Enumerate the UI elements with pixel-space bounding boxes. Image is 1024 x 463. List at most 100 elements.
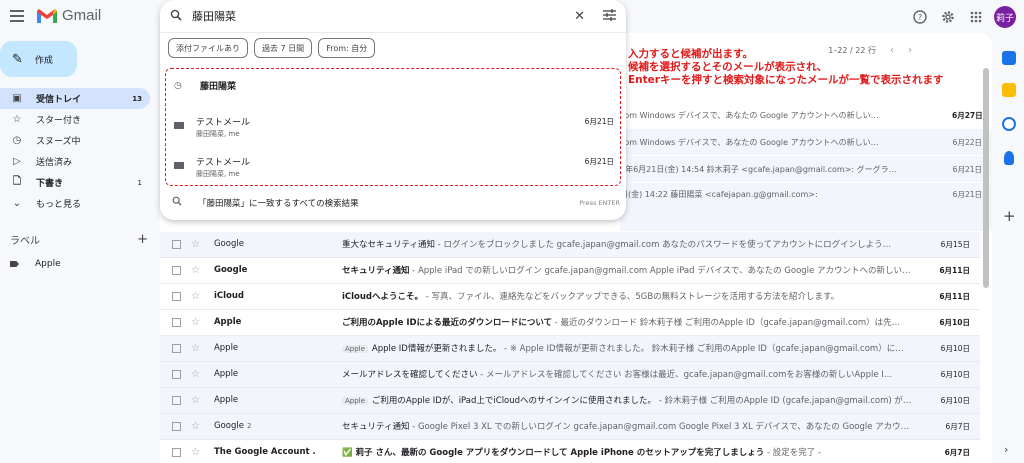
- row-date: 6月10日: [939, 317, 970, 327]
- suggestion-date: 6月21日: [584, 117, 614, 126]
- sender-name: Apple: [213, 369, 239, 380]
- star-icon[interactable]: ☆: [191, 317, 200, 328]
- send-icon: ▷: [13, 156, 21, 167]
- row-content: Apple Apple ID情報が更新されました。 - ※ Apple ID情報が…: [341, 342, 922, 355]
- sidebar-item-snoozed[interactable]: ◷ スヌーズ中: [0, 130, 150, 151]
- gmail-logo[interactable]: Gmail: [36, 7, 101, 24]
- row-sender: Apple: [214, 317, 342, 327]
- recent-search-text: 藤田陽菜: [200, 82, 237, 92]
- row-checkbox[interactable]: [172, 317, 181, 327]
- clear-search-icon[interactable]: ✕: [574, 9, 585, 24]
- main-menu-icon[interactable]: [10, 10, 24, 22]
- apps-grid-icon[interactable]: [966, 7, 986, 27]
- row-subject: 重大なセキュリティ通知: [341, 240, 435, 251]
- star-icon[interactable]: ☆: [191, 421, 200, 432]
- email-row[interactable]: ☆ Google 重大なセキュリティ通知 - ログインをブロックしました gcafe…: [160, 232, 980, 258]
- row-sender: Apple: [214, 369, 342, 379]
- row-snippet: 4年6月21日(金) 14:54 鈴木莉子 <gcafe.japan@gmail…: [620, 164, 897, 174]
- email-row[interactable]: ☆ Apple ご利用のApple IDによる最近のダウンロードについて - 最近の…: [160, 310, 980, 336]
- email-row[interactable]: ☆ Apple メールアドレスを確認してください - メールアドレスを確認してくださ…: [160, 362, 980, 388]
- row-checkbox[interactable]: [172, 447, 181, 457]
- sidebar-item-label: 下書き: [36, 179, 64, 189]
- star-icon[interactable]: ☆: [191, 291, 200, 302]
- row-subject: iCloudへようこそ。: [341, 292, 424, 303]
- row-content: ご利用のApple IDによる最近のダウンロードについて - 最近のダウンロード…: [342, 316, 922, 328]
- sidebar-item-drafts[interactable]: 🗋 下書き 1: [0, 172, 150, 193]
- row-checkbox[interactable]: [172, 291, 181, 301]
- row-date: 6月15日: [940, 239, 970, 249]
- compose-label: 作成: [34, 55, 53, 66]
- expand-panel-icon[interactable]: ›: [1004, 443, 1008, 456]
- row-checkbox[interactable]: [172, 343, 181, 353]
- suggestion-from: 藤田陽菜, me: [196, 170, 240, 178]
- star-icon[interactable]: ☆: [191, 239, 200, 250]
- all-results-item[interactable]: 「藤田陽菜」に一致するすべての検索結果 Press ENTER: [172, 196, 620, 209]
- partial-row[interactable]: com Windows デバイスで、あなたの Google アカウントへの新しい…: [620, 102, 992, 128]
- sidebar-item-more[interactable]: ⌄ もっと見る: [0, 193, 150, 214]
- app-name: Gmail: [62, 7, 102, 24]
- sender-name: Google: [213, 421, 244, 432]
- search-icon[interactable]: [170, 9, 184, 24]
- row-checkbox[interactable]: [172, 265, 181, 275]
- annotation-line: Enterキーを押すと検索対象になったメールが一覧で表示されます: [628, 74, 944, 86]
- sender-name: Apple: [213, 395, 239, 406]
- search-icon: [172, 196, 186, 209]
- suggestion-mail[interactable]: テストメール 藤田陽菜, me 6月21日: [174, 113, 614, 143]
- keep-icon[interactable]: [1002, 83, 1016, 97]
- star-icon[interactable]: ☆: [191, 447, 200, 458]
- row-snippet: - 最近のダウンロード 鈴木莉子様 ご利用のApple ID（gcafe.jap…: [552, 318, 901, 329]
- row-content: Apple ご利用のApple IDが、iPad上でiCloudへのサインインに使…: [341, 394, 922, 406]
- compose-button[interactable]: ✎ 作成: [0, 41, 77, 77]
- email-row[interactable]: ☆ Apple Apple ご利用のApple IDが、iPad上でiCloudへのサ…: [160, 388, 980, 414]
- row-content: ✅ 莉子 さん、最新の Google アプリをダウンロードして Apple iP…: [342, 446, 922, 458]
- email-row[interactable]: ☆ Google セキュリティ通知 - Apple iPad での新しいログイン g…: [160, 258, 980, 284]
- contacts-icon[interactable]: [1004, 151, 1014, 165]
- row-snippet: - Google Pixel 3 XL での新しいログイン gcafe.japa…: [409, 422, 910, 433]
- star-icon[interactable]: ☆: [191, 343, 200, 354]
- star-icon[interactable]: ☆: [191, 265, 200, 276]
- email-row[interactable]: ☆ Google 2 セキュリティ通知 - Google Pixel 3 XL での新…: [160, 414, 980, 440]
- chevron-down-icon: ⌄: [12, 198, 22, 209]
- sidebar-item-sent[interactable]: ▷ 送信済み: [0, 151, 150, 172]
- calendar-icon[interactable]: [1002, 51, 1016, 65]
- help-icon[interactable]: ?: [910, 7, 930, 27]
- search-options-icon[interactable]: [603, 8, 616, 24]
- chip-has-attachment[interactable]: 添付ファイルあり: [168, 38, 248, 58]
- thread-count: 2: [246, 422, 252, 431]
- settings-gear-icon[interactable]: [938, 7, 958, 27]
- search-input[interactable]: 藤田陽菜: [192, 8, 574, 24]
- partial-row[interactable]: 日(金) 14:22 藤田陽菜 <cafejapan.g@gmail.com>:…: [620, 183, 992, 231]
- partial-row[interactable]: com Windows デバイスで、あなたの Google アカウントへの新しい…: [620, 129, 992, 155]
- scrollbar[interactable]: [983, 68, 989, 288]
- recent-search-item[interactable]: ◷ 藤田陽菜: [174, 79, 614, 93]
- sidebar-item-starred[interactable]: ☆ スター付き: [0, 109, 150, 130]
- row-date: 6月7日: [945, 421, 970, 431]
- add-addon-icon[interactable]: +: [1003, 207, 1016, 225]
- add-label-icon[interactable]: +: [137, 232, 148, 247]
- sidebar-item-label: もっと見る: [36, 200, 82, 210]
- label-badge: Apple: [341, 397, 368, 406]
- chip-from-me[interactable]: From: 自分: [318, 38, 376, 58]
- email-row[interactable]: ☆ Apple Apple Apple ID情報が更新されました。 - ※ Apple…: [160, 336, 980, 362]
- row-snippet: - ※ Apple ID情報が更新されました。 鈴木莉子様 ご利用のApple …: [501, 344, 904, 355]
- row-checkbox[interactable]: [172, 239, 181, 249]
- row-checkbox[interactable]: [172, 369, 181, 379]
- email-row[interactable]: ☆ The Google Account . ✅ 莉子 さん、最新の Google …: [160, 440, 980, 463]
- partial-row[interactable]: 4年6月21日(金) 14:54 鈴木莉子 <gcafe.japan@gmail…: [620, 156, 992, 182]
- annotation-line: 候補を選択するとそのメールが表示され、: [628, 61, 828, 73]
- sidebar-item-inbox[interactable]: ▣ 受信トレイ 13: [0, 88, 150, 109]
- sidebar-label-apple[interactable]: Apple: [10, 259, 61, 269]
- suggestion-mail[interactable]: テストメール 藤田陽菜, me 6月21日: [174, 153, 614, 183]
- svg-text:?: ?: [918, 13, 922, 22]
- star-icon[interactable]: ☆: [191, 395, 200, 406]
- row-checkbox[interactable]: [172, 421, 181, 431]
- tasks-icon[interactable]: [1002, 117, 1016, 131]
- row-checkbox[interactable]: [172, 395, 181, 405]
- chip-last-7-days[interactable]: 過去 7 日間: [254, 38, 313, 58]
- star-icon[interactable]: ☆: [191, 369, 200, 380]
- user-avatar[interactable]: 莉子: [994, 6, 1016, 28]
- row-subject: Apple ID情報が更新されました。: [371, 344, 502, 355]
- email-row[interactable]: ☆ iCloud iCloudへようこそ。 - 写真、ファイル、連絡先などをバックア…: [160, 284, 980, 310]
- sidebar-item-label: スヌーズ中: [36, 137, 81, 147]
- sender-name: Apple: [213, 317, 242, 328]
